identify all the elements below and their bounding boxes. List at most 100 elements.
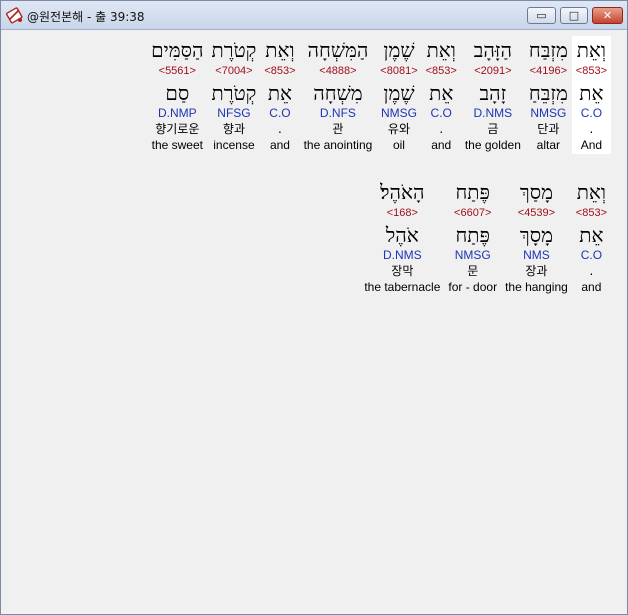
english-gloss: oil xyxy=(392,138,405,152)
english-gloss: the sweet xyxy=(151,138,203,152)
strong-number: <853> xyxy=(425,65,457,77)
hebrew-word: הַזָּהָב xyxy=(473,38,512,62)
hebrew-word: פֶּתַח xyxy=(455,180,490,204)
word-column[interactable]: מָסַךְ <4539> מָסָךְ NMS 장과 the hanging xyxy=(501,178,572,296)
korean-gloss: 장막 xyxy=(391,264,414,278)
app-window: @원전본해 - 출 39:38 ▭ □ ✕ וְאֵת <853> אֵת C.O. A… xyxy=(0,0,628,615)
strong-number: <4888> xyxy=(319,65,357,77)
hebrew-word: וְאֵת xyxy=(426,38,456,62)
minimize-button[interactable]: ▭ xyxy=(527,7,556,24)
korean-gloss: . xyxy=(278,122,282,136)
bible-app-icon xyxy=(6,7,23,24)
english-gloss: the hanging xyxy=(505,280,568,294)
hebrew-word: מָסַךְ xyxy=(519,180,553,204)
english-gloss: the tabernacle xyxy=(364,280,441,294)
english-gloss: the anointing xyxy=(303,138,373,152)
verse-row: וְאֵת <853> אֵת C.O. And מִזְבַּח <4196> מִזְבֵ… xyxy=(147,36,611,154)
english-gloss: for - door xyxy=(448,280,498,294)
strong-number: <853> xyxy=(575,65,607,77)
hebrew-word: וְאֵת xyxy=(265,38,295,62)
english-gloss: and xyxy=(431,138,452,152)
word-column[interactable]: הַזָּהָב <2091> זָהָב D.NMS 금 the golden xyxy=(461,36,525,154)
strong-number: <4196> xyxy=(529,65,567,77)
strong-number: <4539> xyxy=(517,207,556,219)
title-bar[interactable]: @원전본해 - 출 39:38 ▭ □ ✕ xyxy=(1,1,627,30)
lemma-word: מִשְׁחָה xyxy=(313,81,363,105)
morphology-code: NFSG xyxy=(217,106,251,120)
strong-number: <6607> xyxy=(454,207,492,219)
maximize-button[interactable]: □ xyxy=(560,7,588,24)
korean-gloss: . xyxy=(589,122,594,136)
english-gloss: and xyxy=(581,280,602,294)
hebrew-word: שֶׁמֶן xyxy=(383,38,415,62)
korean-gloss: 관 xyxy=(332,122,344,136)
korean-gloss: 장과 xyxy=(525,264,548,278)
korean-gloss: 유와 xyxy=(387,122,410,136)
strong-number: <7004> xyxy=(215,65,253,77)
morphology-code: D.NMP xyxy=(157,106,197,120)
strong-number: <853> xyxy=(575,207,607,219)
morphology-code: NMSG xyxy=(530,106,567,120)
interlinear-view: וְאֵת <853> אֵת C.O. And מִזְבַּח <4196> מִזְבֵ… xyxy=(1,30,627,614)
hebrew-word: וְאֵת xyxy=(576,38,607,62)
strong-number: <853> xyxy=(264,65,296,77)
word-column[interactable]: וְאֵת <853> אֵת C.O. and xyxy=(422,36,461,154)
lemma-word: אֵת xyxy=(579,81,604,105)
close-button[interactable]: ✕ xyxy=(592,7,623,24)
lemma-word: אֵת xyxy=(579,223,604,247)
english-gloss: incense xyxy=(213,138,255,152)
close-icon: ✕ xyxy=(602,9,613,22)
word-column[interactable]: קְטֹרֶת <7004> קְטֹרֶת NFSG 향과 incense xyxy=(208,36,261,154)
word-column[interactable]: וְאֵת <853> אֵת C.O. And xyxy=(571,36,611,154)
korean-gloss: . xyxy=(439,122,444,136)
korean-gloss: 문 xyxy=(467,264,479,278)
morphology-code: D.NMS xyxy=(383,248,422,262)
strong-number: <2091> xyxy=(474,65,512,77)
hebrew-word: הַסַּמִּים xyxy=(151,38,204,62)
english-gloss: And xyxy=(580,138,603,152)
lemma-word: מָסָךְ xyxy=(519,223,553,247)
korean-gloss: 단과 xyxy=(537,122,560,136)
morphology-code: C.O xyxy=(580,248,603,262)
word-column[interactable]: שֶׁמֶן <8081> שֶׁמֶן NMSG 유와 oil xyxy=(376,36,421,154)
morphology-code: C.O xyxy=(580,106,603,120)
morphology-code: D.NFS xyxy=(319,106,356,120)
korean-gloss: 향기로운 xyxy=(155,122,200,136)
lemma-word: סַם xyxy=(165,81,190,105)
word-column[interactable]: הַמִּשְׁחָה <4888> מִשְׁחָה D.NFS 관 the anoin… xyxy=(300,36,377,154)
hebrew-word: וְאֵת xyxy=(576,180,607,204)
word-column[interactable]: הָאֹהֶל׃ <168> אֹהֶל D.NMS 장막 the tabernacle xyxy=(360,178,444,296)
strong-number: <168> xyxy=(386,207,418,219)
lemma-word: אֵת xyxy=(429,81,454,105)
lemma-word: שֶׁמֶן xyxy=(383,81,415,105)
hebrew-word: הַמִּשְׁחָה xyxy=(307,38,369,62)
morphology-code: NMSG xyxy=(380,106,417,120)
morphology-code: C.O xyxy=(430,106,452,120)
lemma-word: פֶּתַח xyxy=(455,223,490,247)
morphology-code: NMS xyxy=(523,248,550,262)
korean-gloss: 금 xyxy=(487,122,499,136)
strong-number: <5561> xyxy=(158,65,196,77)
lemma-word: קְטֹרֶת xyxy=(211,81,257,105)
english-gloss: altar xyxy=(536,138,561,152)
lemma-word: זָהָב xyxy=(479,81,507,105)
strong-number: <8081> xyxy=(380,65,418,77)
english-gloss: and xyxy=(269,138,290,152)
english-gloss: the golden xyxy=(464,138,521,152)
word-column[interactable]: וְאֵת <853> אֵת C.O. and xyxy=(572,178,611,296)
word-column[interactable]: הַסַּמִּים <5561> סַם D.NMP 향기로운 the sweet xyxy=(147,36,207,154)
korean-gloss: . xyxy=(589,264,594,278)
hebrew-word: הָאֹהֶל׃ xyxy=(380,180,425,204)
window-title: @원전본해 - 출 39:38 xyxy=(27,10,145,24)
morphology-code: D.NMS xyxy=(473,106,513,120)
morphology-code: C.O xyxy=(269,106,291,120)
lemma-word: מִזְבֵּחַ xyxy=(528,81,568,105)
morphology-code: NMSG xyxy=(454,248,491,262)
word-column[interactable]: מִזְבַּח <4196> מִזְבֵּחַ NMSG 단과 altar xyxy=(525,36,572,154)
hebrew-word: מִזְבַּח xyxy=(528,38,568,62)
word-column[interactable]: פֶּתַח <6607> פֶּתַח NMSG 문 for - door xyxy=(444,178,501,296)
korean-gloss: 향과 xyxy=(222,122,245,136)
word-column[interactable]: וְאֵת <853> אֵת C.O. and xyxy=(260,36,299,154)
lemma-word: אֹהֶל xyxy=(385,223,419,247)
maximize-icon: □ xyxy=(568,9,580,22)
